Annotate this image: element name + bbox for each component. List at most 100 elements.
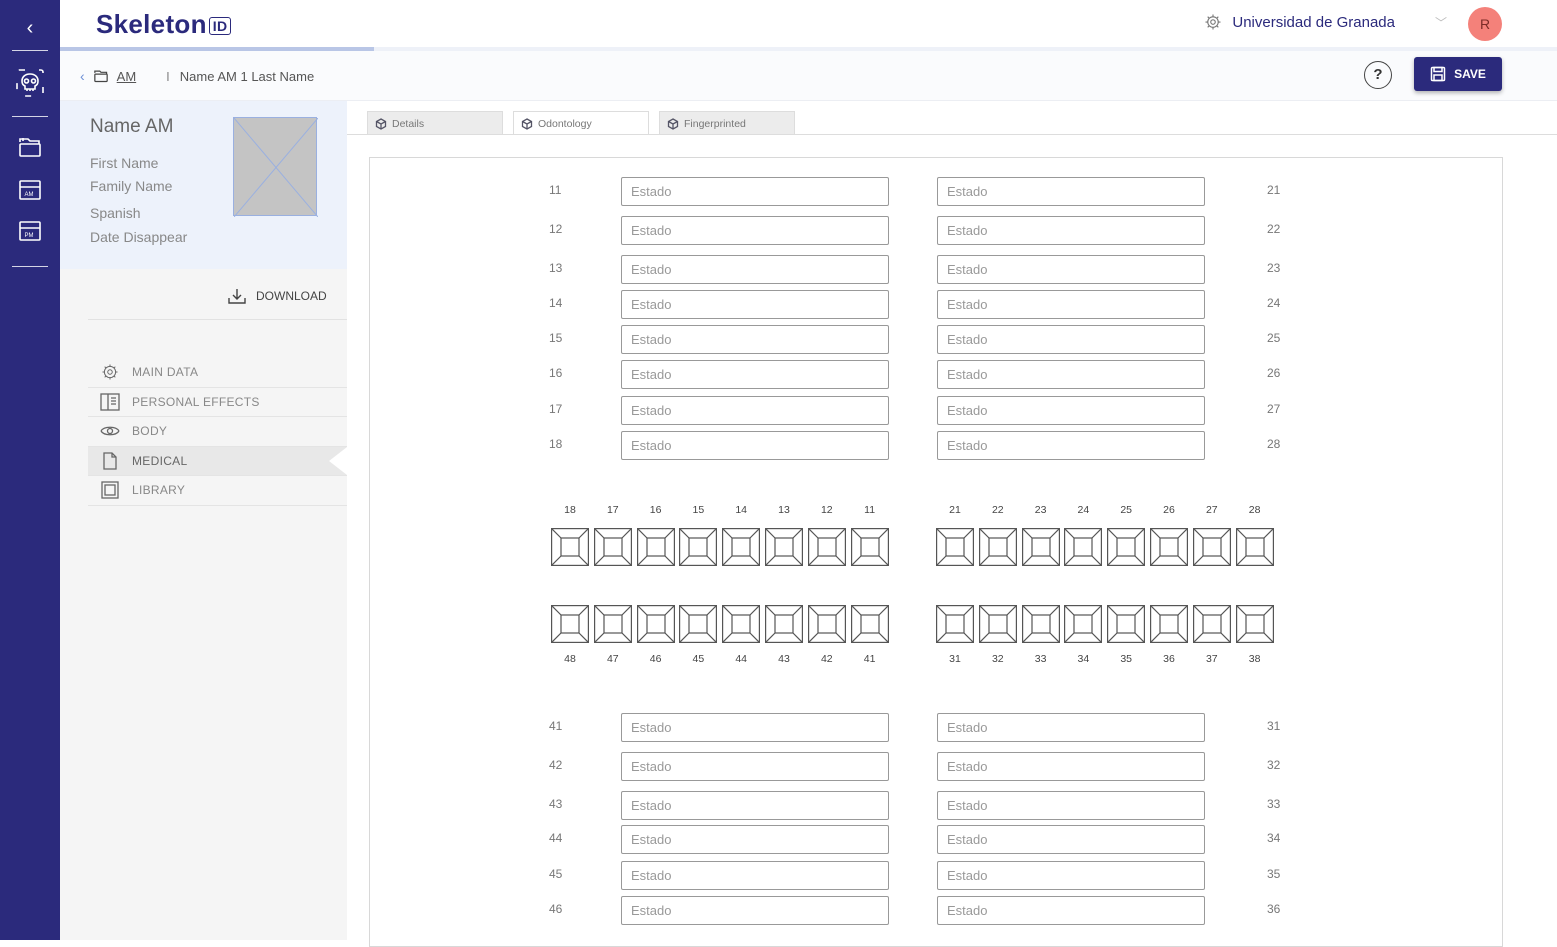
tooth-state-field[interactable] xyxy=(937,255,1205,284)
tooth-diagram[interactable] xyxy=(765,528,803,566)
download-button[interactable]: DOWNLOAD xyxy=(228,288,327,304)
tooth-diagram[interactable] xyxy=(936,605,974,643)
tooth-state-field[interactable] xyxy=(621,896,889,925)
tooth-state-field[interactable] xyxy=(621,791,889,820)
tooth-diagram[interactable] xyxy=(807,528,846,566)
organization-name: Universidad de Granada xyxy=(1232,13,1395,31)
tab-label: Odontology xyxy=(538,117,592,130)
menu-item-body[interactable]: BODY xyxy=(88,417,347,447)
tooth-diagram[interactable] xyxy=(679,605,718,643)
tooth-number-label: 45 xyxy=(549,867,563,881)
tooth-state-field[interactable] xyxy=(621,360,889,389)
tooth-state-field[interactable] xyxy=(621,325,889,354)
tooth-diagram[interactable] xyxy=(551,528,589,566)
tooth-state-field[interactable] xyxy=(937,752,1205,781)
tooth-diagram[interactable] xyxy=(978,605,1017,643)
skull-icon[interactable] xyxy=(15,68,45,98)
tooth-diagram[interactable] xyxy=(1235,528,1274,566)
tooth-diagram[interactable] xyxy=(1021,605,1060,643)
tab-odontology[interactable]: Odontology xyxy=(513,111,649,135)
tooth-state-field[interactable] xyxy=(937,713,1205,742)
tooth-number-label: 26 xyxy=(1267,366,1281,380)
tooth-diagram[interactable] xyxy=(978,528,1017,566)
tooth-state-field[interactable] xyxy=(937,290,1205,319)
tooth-diagram[interactable] xyxy=(1150,605,1188,643)
tooth-number-label: 42 xyxy=(549,758,563,772)
breadcrumb-section-link[interactable]: AM xyxy=(117,69,137,84)
chart-tooth-number: 38 xyxy=(1248,653,1261,665)
tooth-diagram[interactable] xyxy=(722,605,761,643)
logo-id-badge: ID xyxy=(208,17,232,36)
tooth-diagram[interactable] xyxy=(765,605,803,643)
tooth-state-field[interactable] xyxy=(937,216,1205,245)
tooth-state-field[interactable] xyxy=(937,825,1205,854)
menu-item-library[interactable]: LIBRARY xyxy=(88,476,347,506)
folders-icon[interactable] xyxy=(15,132,45,162)
chart-tooth-number: 46 xyxy=(649,653,662,665)
tooth-state-field[interactable] xyxy=(621,861,889,890)
help-button[interactable]: ? xyxy=(1364,61,1392,89)
tab-details[interactable]: Details xyxy=(367,111,503,135)
back-chevron-icon[interactable]: ‹ xyxy=(80,68,85,84)
tooth-diagram[interactable] xyxy=(1150,528,1188,566)
menu-item-medical[interactable]: MEDICAL xyxy=(88,446,347,476)
tooth-diagram[interactable] xyxy=(850,528,889,566)
profile-family-name: Family Name xyxy=(90,178,173,194)
tooth-diagram[interactable] xyxy=(593,528,632,566)
tooth-state-field[interactable] xyxy=(937,896,1205,925)
tooth-number-label: 27 xyxy=(1267,402,1281,416)
tooth-state-field[interactable] xyxy=(937,325,1205,354)
user-avatar[interactable]: R xyxy=(1468,7,1502,41)
top-bar: Skeleton ID Universidad de Granada ﹀ R xyxy=(60,0,1557,48)
tooth-state-field[interactable] xyxy=(621,177,889,206)
tooth-diagram[interactable] xyxy=(1021,528,1060,566)
tooth-number-label: 24 xyxy=(1267,296,1281,310)
tooth-diagram[interactable] xyxy=(1064,605,1103,643)
tooth-state-field[interactable] xyxy=(937,861,1205,890)
tooth-state-field[interactable] xyxy=(621,216,889,245)
tooth-diagram[interactable] xyxy=(636,605,675,643)
tooth-diagram[interactable] xyxy=(1192,605,1231,643)
menu-label: MAIN DATA xyxy=(132,365,199,380)
tooth-number-label: 36 xyxy=(1267,902,1281,916)
app-logo[interactable]: Skeleton ID xyxy=(96,9,232,40)
pm-folder-icon[interactable]: PM xyxy=(15,216,45,246)
tooth-state-field[interactable] xyxy=(621,752,889,781)
tooth-diagram[interactable] xyxy=(593,605,632,643)
tooth-state-field[interactable] xyxy=(621,431,889,460)
tooth-diagram[interactable] xyxy=(1107,528,1146,566)
tooth-state-field[interactable] xyxy=(621,396,889,425)
tooth-diagram[interactable] xyxy=(679,528,718,566)
tooth-number-label: 18 xyxy=(549,437,563,451)
tooth-state-field[interactable] xyxy=(937,177,1205,206)
tooth-diagram[interactable] xyxy=(551,605,589,643)
frame-icon xyxy=(88,481,132,499)
chart-tooth-number: 15 xyxy=(692,504,705,516)
collapse-rail-button[interactable]: ‹ xyxy=(0,8,60,48)
tooth-diagram[interactable] xyxy=(1192,528,1231,566)
tooth-state-field[interactable] xyxy=(621,255,889,284)
tooth-diagram[interactable] xyxy=(1064,528,1103,566)
tooth-state-field[interactable] xyxy=(621,825,889,854)
profile-photo-placeholder[interactable] xyxy=(233,117,318,217)
organization-selector[interactable]: Universidad de Granada ﹀ xyxy=(1204,13,1447,31)
tooth-diagram[interactable] xyxy=(936,528,974,566)
tooth-state-field[interactable] xyxy=(937,431,1205,460)
tooth-state-field[interactable] xyxy=(937,360,1205,389)
tooth-state-field[interactable] xyxy=(937,396,1205,425)
tab-fingerprinted[interactable]: Fingerprinted xyxy=(659,111,795,135)
menu-item-personal-effects[interactable]: PERSONAL EFFECTS xyxy=(88,388,347,417)
tooth-state-field[interactable] xyxy=(621,290,889,319)
tooth-diagram[interactable] xyxy=(850,605,889,643)
tooth-number-label: 43 xyxy=(549,797,563,811)
tooth-diagram[interactable] xyxy=(636,528,675,566)
tooth-diagram[interactable] xyxy=(807,605,846,643)
am-folder-icon[interactable]: AM xyxy=(15,175,45,205)
tooth-state-field[interactable] xyxy=(937,791,1205,820)
tooth-state-field[interactable] xyxy=(621,713,889,742)
tooth-diagram[interactable] xyxy=(722,528,761,566)
tooth-diagram[interactable] xyxy=(1107,605,1146,643)
save-button[interactable]: SAVE xyxy=(1414,57,1502,91)
tooth-diagram[interactable] xyxy=(1235,605,1274,643)
menu-item-main-data[interactable]: MAIN DATA xyxy=(88,358,347,388)
